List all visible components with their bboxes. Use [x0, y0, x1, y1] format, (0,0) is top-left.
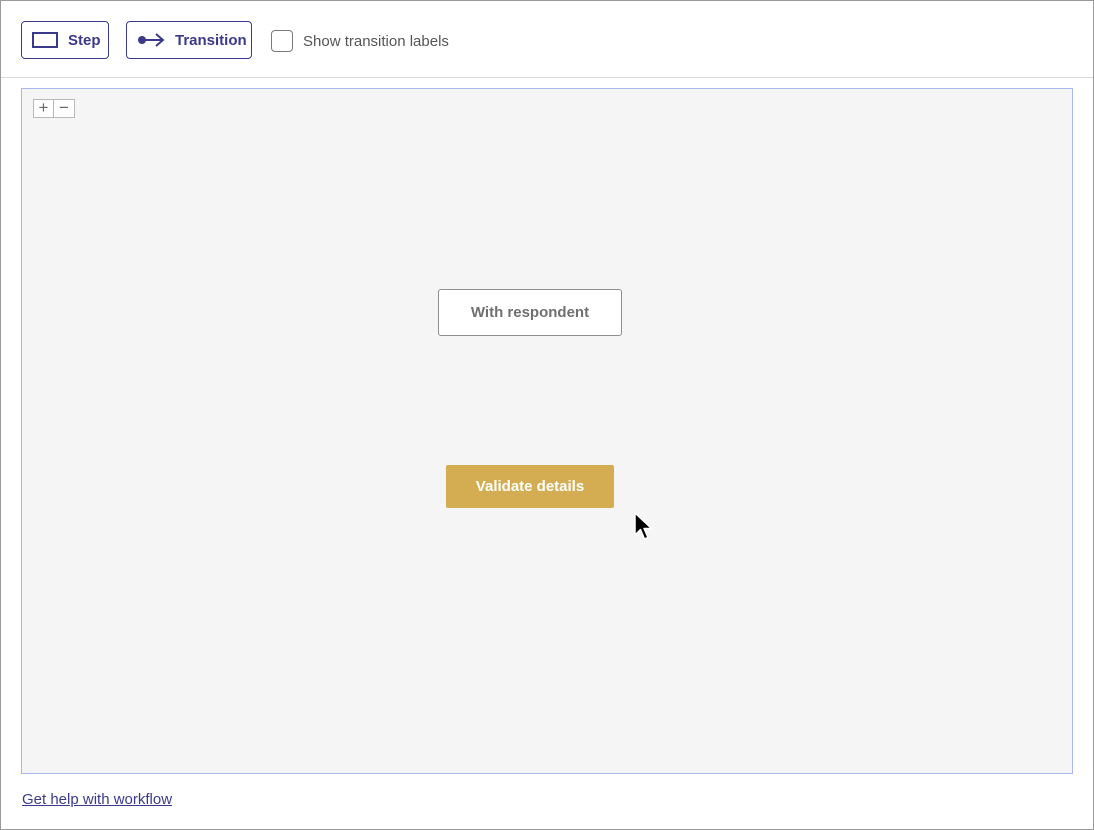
step-node-with-respondent[interactable]: With respondent: [438, 289, 622, 336]
show-transition-labels-label: Show transition labels: [303, 32, 449, 50]
arrow-connector-icon: [137, 32, 165, 48]
help-link[interactable]: Get help with workflow: [22, 791, 172, 808]
transition-label: Transition: [175, 31, 247, 49]
mouse-pointer-icon: [633, 511, 653, 546]
toolbar: Step Transition Show transition labels: [1, 1, 1093, 78]
show-transition-labels-checkbox[interactable]: [271, 30, 293, 52]
workflow-editor: Step Transition Show transition labels +…: [0, 0, 1094, 830]
rectangle-icon: [32, 32, 58, 48]
step-node-validate-details[interactable]: Validate details: [446, 465, 614, 508]
add-transition-button[interactable]: Transition: [126, 21, 252, 59]
zoom-in-button[interactable]: +: [33, 99, 54, 118]
workflow-canvas[interactable]: + − With respondent Validate details: [21, 88, 1073, 774]
show-transition-labels-toggle[interactable]: Show transition labels: [271, 30, 449, 52]
add-step-button[interactable]: Step: [21, 21, 109, 59]
step-label: Step: [68, 31, 101, 49]
zoom-controls: + −: [33, 99, 75, 118]
zoom-out-button[interactable]: −: [54, 99, 75, 118]
